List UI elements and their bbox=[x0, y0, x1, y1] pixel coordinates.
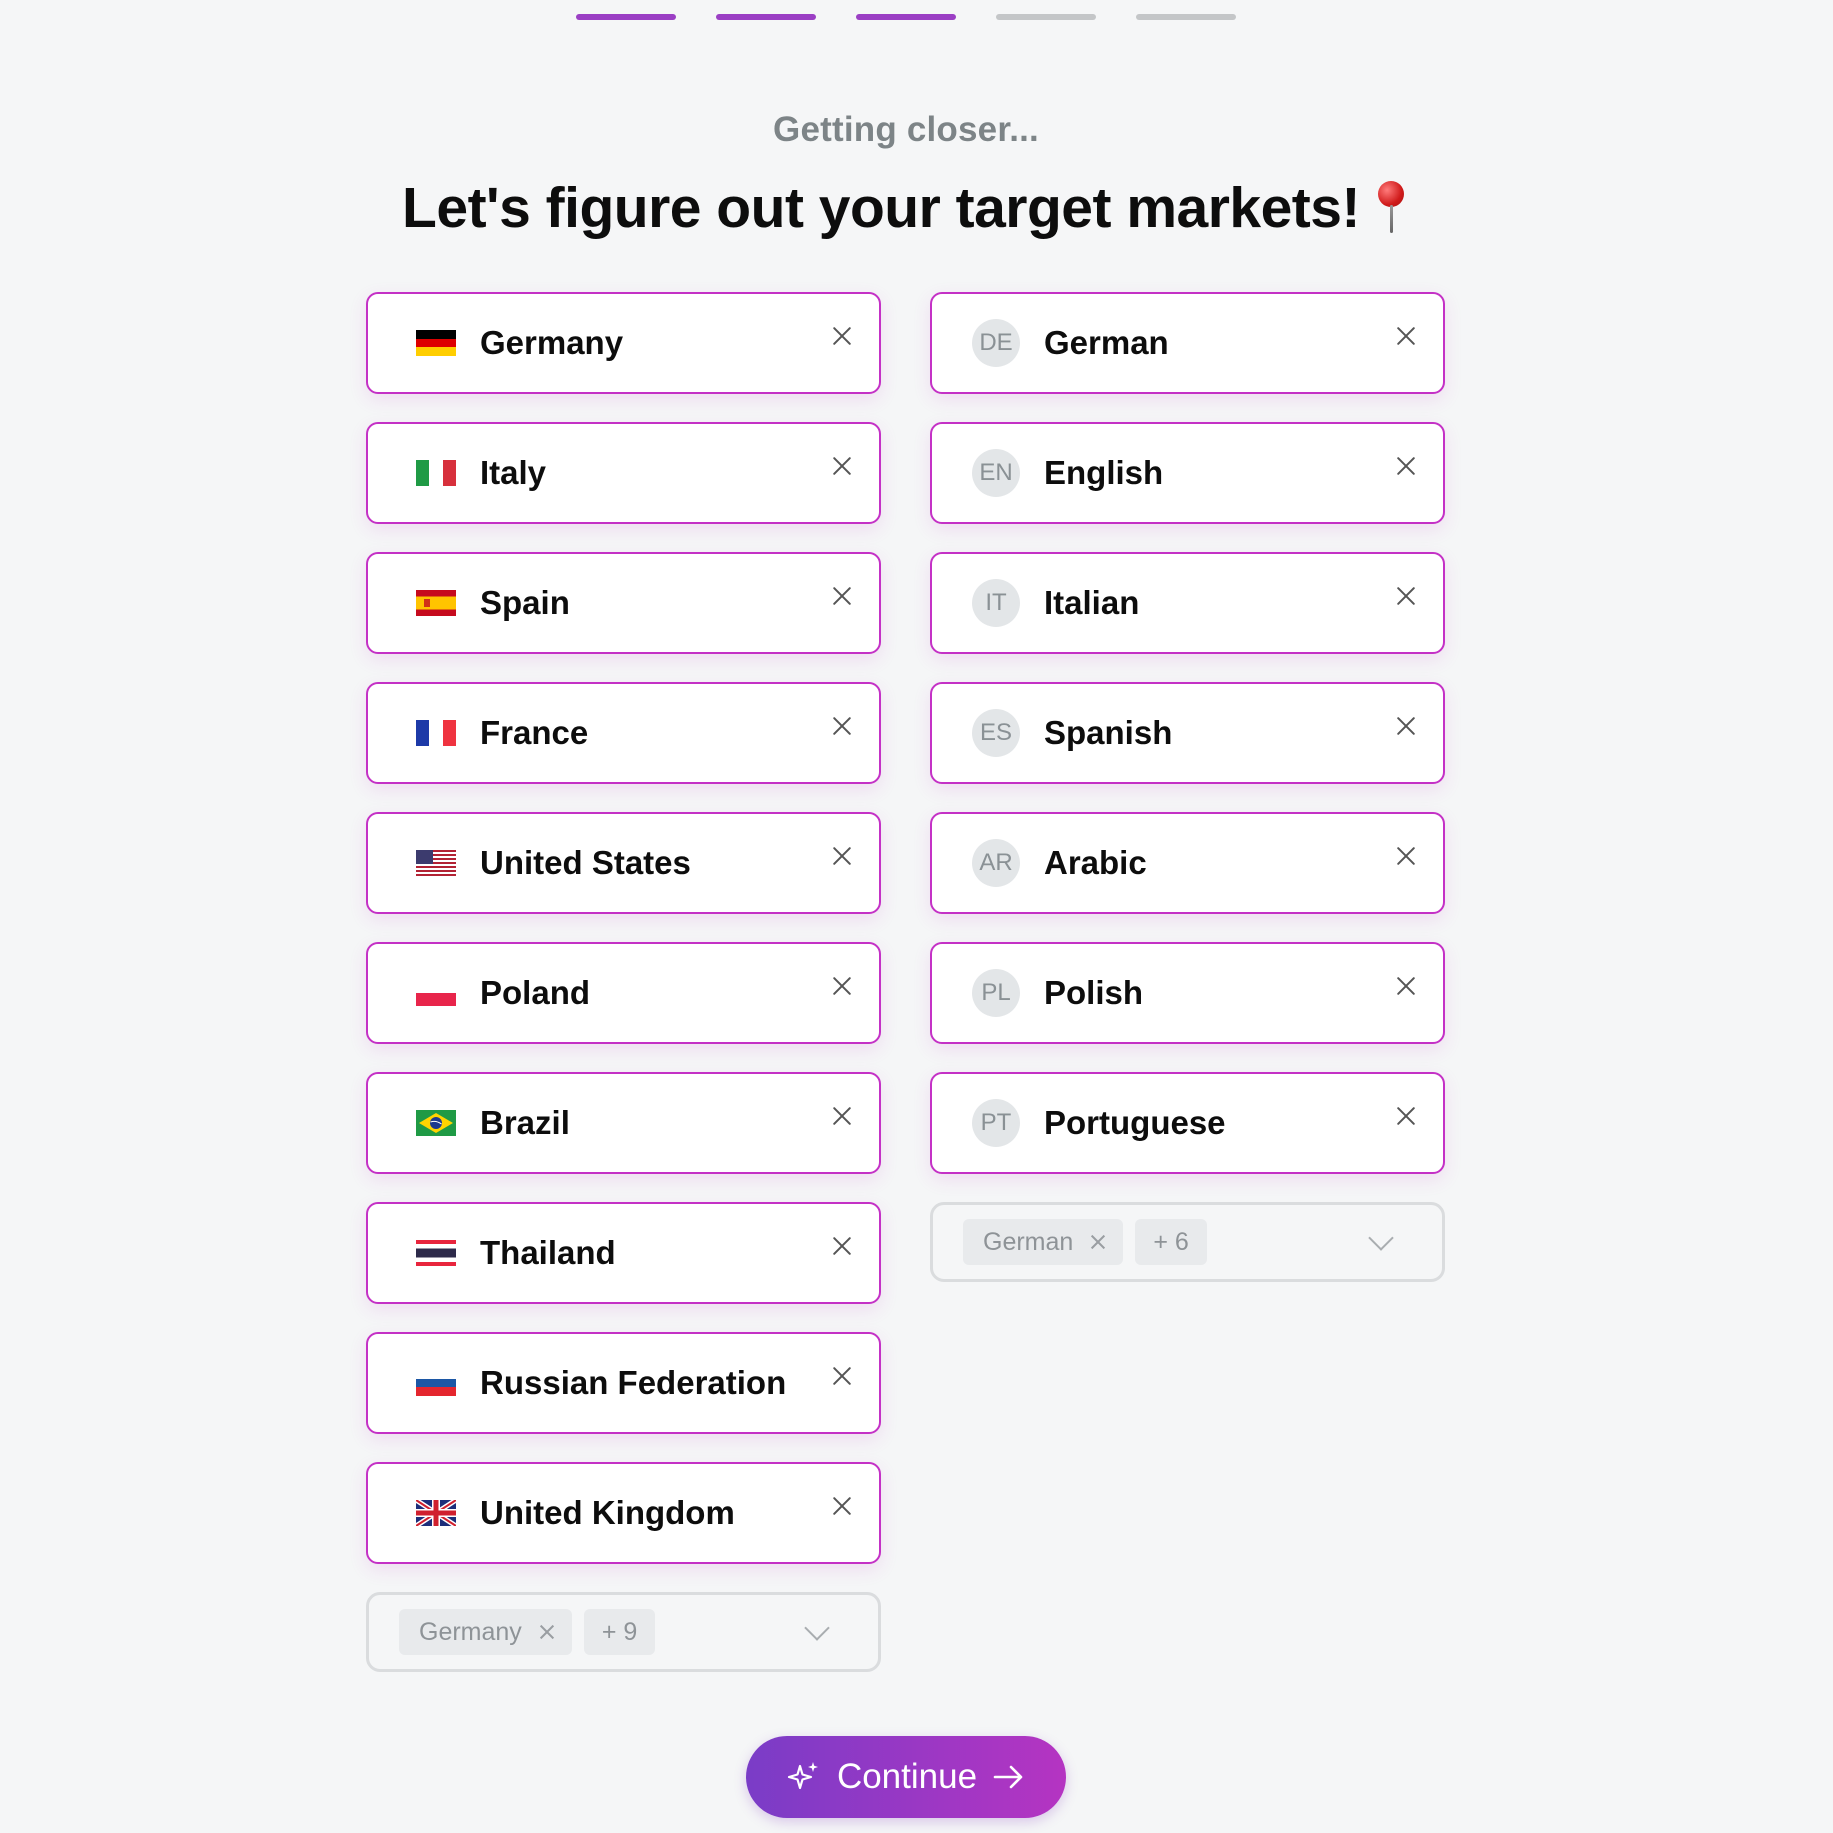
remove-language-button[interactable] bbox=[1391, 1102, 1421, 1132]
language-label: Spanish bbox=[1044, 714, 1173, 751]
remove-country-button[interactable] bbox=[827, 452, 857, 482]
country-label: Russian Federation bbox=[480, 1364, 787, 1401]
language-label: English bbox=[1044, 454, 1164, 491]
page-title: Let's figure out your target markets! bbox=[402, 176, 1360, 240]
language-card-arabic: AR Arabic bbox=[930, 812, 1445, 914]
uk-flag-icon bbox=[416, 1500, 456, 1526]
tag-label: Germany bbox=[419, 1617, 522, 1646]
selected-language-tag: German bbox=[963, 1219, 1124, 1265]
italy-flag-icon bbox=[416, 460, 456, 486]
language-label: Polish bbox=[1044, 974, 1144, 1011]
sparkles-icon bbox=[787, 1760, 821, 1794]
country-label: Poland bbox=[480, 974, 591, 1011]
page-subtitle: Getting closer... bbox=[773, 110, 1039, 149]
germany-flag-icon bbox=[416, 330, 456, 356]
country-card-poland: Poland bbox=[366, 942, 881, 1044]
more-count-badge: + 6 bbox=[1135, 1219, 1207, 1265]
language-code-badge: IT bbox=[972, 579, 1020, 627]
language-card-polish: PL Polish bbox=[930, 942, 1445, 1044]
country-card-brazil: Brazil bbox=[366, 1072, 881, 1174]
chevron-down-icon[interactable] bbox=[804, 1615, 830, 1641]
continue-button[interactable]: Continue bbox=[746, 1736, 1066, 1818]
language-code-badge: AR bbox=[972, 839, 1020, 887]
remove-country-button[interactable] bbox=[827, 842, 857, 872]
remove-country-button[interactable] bbox=[827, 712, 857, 742]
languages-column: DE German EN English IT Italian ES Spani… bbox=[930, 292, 1445, 1282]
spain-flag-icon bbox=[416, 590, 456, 616]
poland-flag-icon bbox=[416, 980, 456, 1006]
remove-country-button[interactable] bbox=[827, 1232, 857, 1262]
france-flag-icon bbox=[416, 720, 456, 746]
progress-step-3 bbox=[856, 14, 956, 20]
russia-flag-icon bbox=[416, 1370, 456, 1396]
country-card-france: France bbox=[366, 682, 881, 784]
chevron-down-icon[interactable] bbox=[1368, 1225, 1394, 1251]
remove-country-button[interactable] bbox=[827, 1102, 857, 1132]
tag-label: German bbox=[983, 1227, 1074, 1256]
remove-language-button[interactable] bbox=[1391, 322, 1421, 352]
remove-language-button[interactable] bbox=[1391, 842, 1421, 872]
language-label: Arabic bbox=[1044, 844, 1147, 881]
continue-label: Continue bbox=[836, 1757, 978, 1796]
remove-country-button[interactable] bbox=[827, 1492, 857, 1522]
remove-language-button[interactable] bbox=[1391, 972, 1421, 1002]
language-label: German bbox=[1044, 324, 1169, 361]
language-code-badge: PL bbox=[972, 969, 1020, 1017]
country-label: Germany bbox=[480, 324, 624, 361]
language-code-badge: PT bbox=[972, 1099, 1020, 1147]
country-label: United Kingdom bbox=[480, 1494, 735, 1531]
more-count-badge: + 9 bbox=[583, 1609, 656, 1655]
country-card-germany: Germany bbox=[366, 292, 881, 394]
country-label: United States bbox=[480, 844, 691, 881]
country-select[interactable]: Germany + 9 bbox=[366, 1592, 881, 1672]
remove-tag-icon[interactable] bbox=[1089, 1233, 1107, 1251]
country-card-italy: Italy bbox=[366, 422, 881, 524]
remove-country-button[interactable] bbox=[827, 582, 857, 612]
country-card-thailand: Thailand bbox=[366, 1202, 881, 1304]
language-card-english: EN English bbox=[930, 422, 1445, 524]
language-label: Italian bbox=[1044, 584, 1140, 621]
remove-language-button[interactable] bbox=[1391, 452, 1421, 482]
remove-language-button[interactable] bbox=[1391, 582, 1421, 612]
us-flag-icon bbox=[416, 850, 456, 876]
country-card-russian-federation: Russian Federation bbox=[366, 1332, 881, 1434]
remove-country-button[interactable] bbox=[827, 972, 857, 1002]
thailand-flag-icon bbox=[416, 1240, 456, 1266]
arrow-right-icon bbox=[993, 1764, 1025, 1790]
language-card-portuguese: PT Portuguese bbox=[930, 1072, 1445, 1174]
page-title-wrap: Let's figure out your target markets! bbox=[0, 175, 1812, 241]
language-card-spanish: ES Spanish bbox=[930, 682, 1445, 784]
brazil-flag-icon bbox=[416, 1110, 456, 1136]
remove-language-button[interactable] bbox=[1391, 712, 1421, 742]
country-card-united-states: United States bbox=[366, 812, 881, 914]
language-label: Portuguese bbox=[1044, 1104, 1226, 1141]
remove-country-button[interactable] bbox=[827, 1362, 857, 1392]
country-card-united-kingdom: United Kingdom bbox=[366, 1462, 881, 1564]
selected-country-tag: Germany bbox=[399, 1609, 572, 1655]
country-label: Brazil bbox=[480, 1104, 570, 1141]
language-select[interactable]: German + 6 bbox=[930, 1202, 1445, 1282]
country-label: Spain bbox=[480, 584, 570, 621]
country-label: France bbox=[480, 714, 589, 751]
language-code-badge: EN bbox=[972, 449, 1020, 497]
country-card-spain: Spain bbox=[366, 552, 881, 654]
progress-step-2 bbox=[716, 14, 816, 20]
language-card-italian: IT Italian bbox=[930, 552, 1445, 654]
progress-step-1 bbox=[576, 14, 676, 20]
language-code-badge: ES bbox=[972, 709, 1020, 757]
pushpin-icon bbox=[1374, 177, 1410, 235]
language-card-german: DE German bbox=[930, 292, 1445, 394]
language-code-badge: DE bbox=[972, 319, 1020, 367]
progress-steps bbox=[576, 14, 1236, 20]
remove-tag-icon[interactable] bbox=[538, 1623, 556, 1641]
countries-column: Germany Italy Spain France United States… bbox=[366, 292, 881, 1672]
remove-country-button[interactable] bbox=[827, 322, 857, 352]
country-label: Thailand bbox=[480, 1234, 616, 1271]
progress-step-4 bbox=[996, 14, 1096, 20]
country-label: Italy bbox=[480, 454, 547, 491]
progress-step-5 bbox=[1136, 14, 1236, 20]
